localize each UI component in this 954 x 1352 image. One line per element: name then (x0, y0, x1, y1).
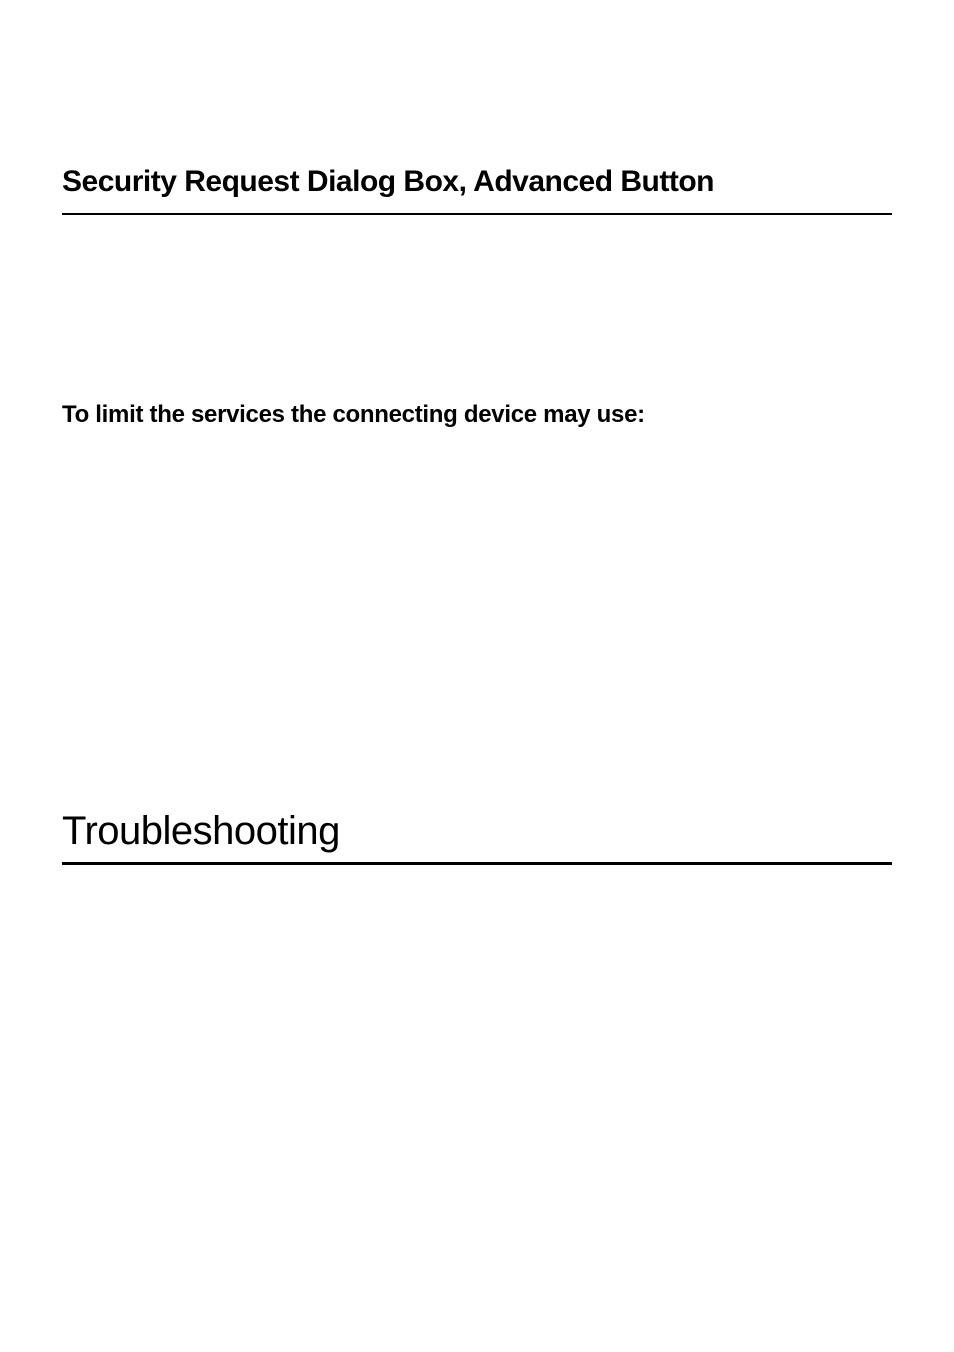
document-page: Security Request Dialog Box, Advanced Bu… (0, 0, 954, 865)
section-heading: Security Request Dialog Box, Advanced Bu… (62, 165, 892, 215)
main-heading: Troubleshooting (62, 809, 892, 865)
section-subheading: To limit the services the connecting dev… (62, 401, 892, 429)
